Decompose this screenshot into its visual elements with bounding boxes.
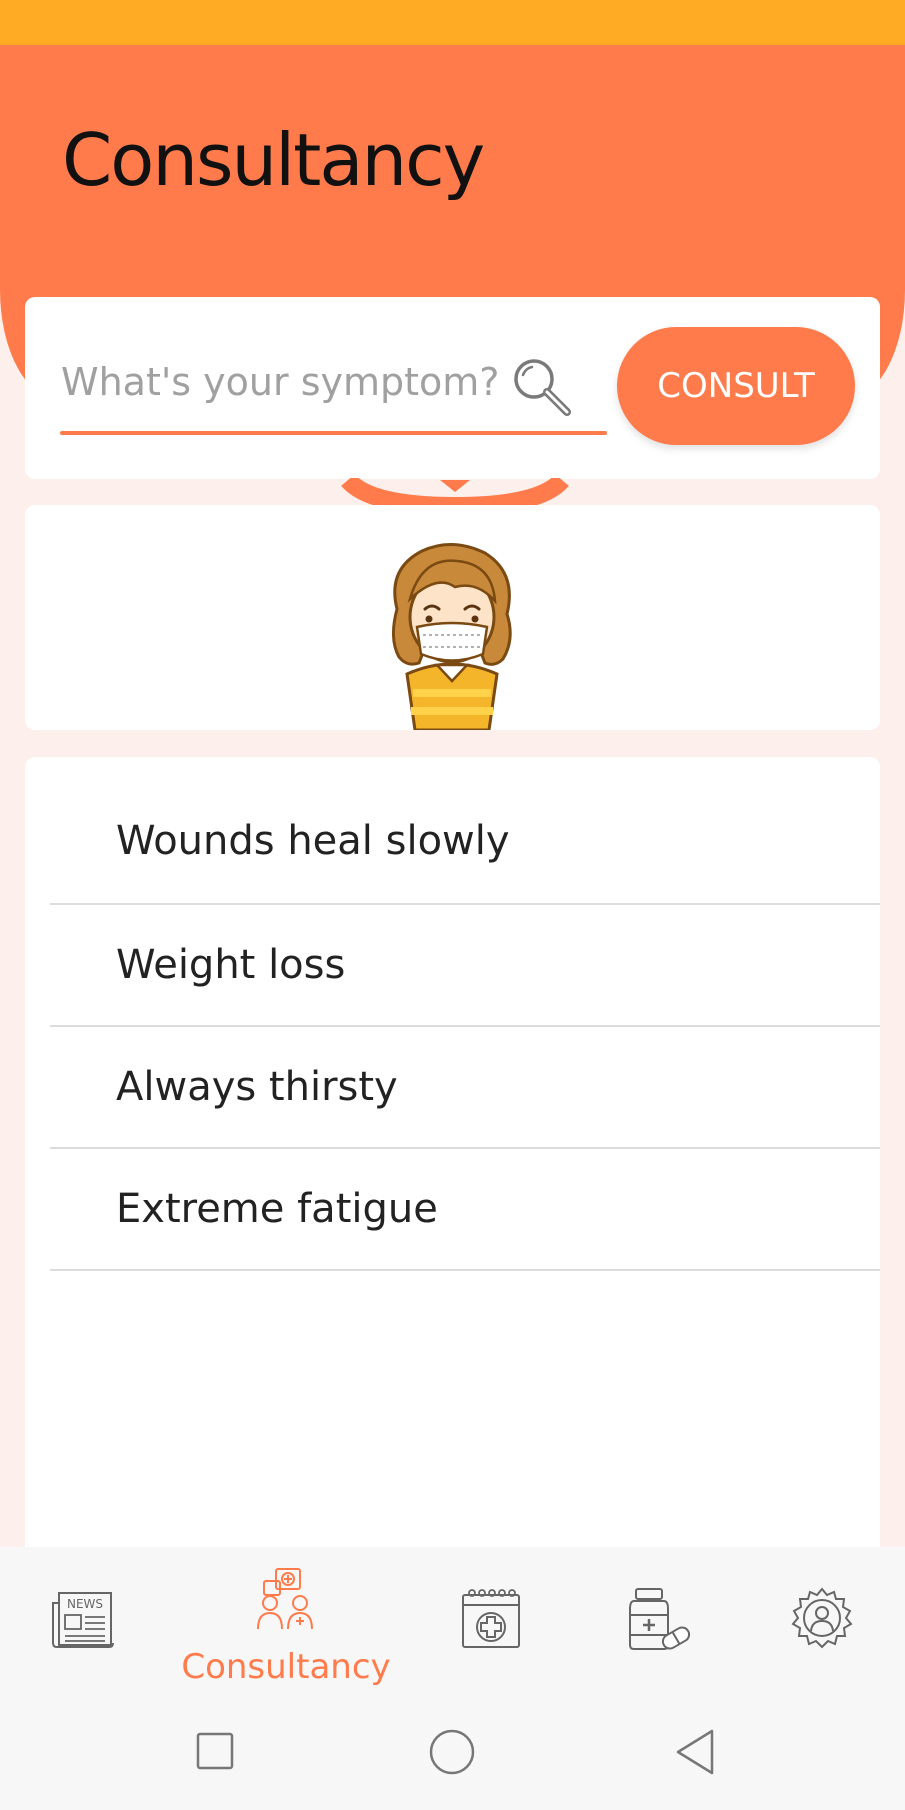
news-icon: NEWS: [52, 1592, 114, 1648]
symptom-item-wounds-heal-slowly[interactable]: Wounds heal slowly: [50, 757, 880, 905]
nav-label-consultancy: Consultancy: [181, 1647, 391, 1687]
circle-icon: [429, 1729, 475, 1775]
search-card: CONSULT: [25, 297, 880, 479]
settings-user-icon: [791, 1587, 853, 1649]
symptom-search-input[interactable]: [61, 357, 501, 407]
masked-girl-illustration: [392, 542, 512, 730]
search-underline: [60, 431, 607, 435]
system-navigation-bar: [0, 1692, 905, 1810]
nav-item-settings[interactable]: [790, 1587, 854, 1651]
news-icon-text: NEWS: [67, 1597, 103, 1611]
consult-button[interactable]: CONSULT: [617, 327, 855, 445]
nav-item-appointments[interactable]: [460, 1587, 524, 1653]
search-icon[interactable]: [510, 355, 572, 417]
symptom-item-weight-loss[interactable]: Weight loss: [50, 905, 880, 1027]
symptom-item-extreme-fatigue[interactable]: Extreme fatigue: [50, 1149, 880, 1271]
avatar-card: [25, 505, 880, 730]
back-button[interactable]: [674, 1728, 718, 1776]
decorative-arc: [341, 478, 569, 508]
home-button[interactable]: [428, 1728, 476, 1776]
symptom-list: Wounds heal slowly Weight loss Always th…: [50, 757, 880, 1271]
nav-item-consultancy[interactable]: Consultancy: [176, 1567, 396, 1689]
status-bar: [0, 0, 905, 45]
nav-item-medicine[interactable]: [626, 1587, 692, 1653]
medicine-icon: [629, 1588, 691, 1650]
medical-calendar-icon: [462, 1589, 520, 1648]
square-icon: [196, 1732, 234, 1770]
symptom-item-always-thirsty[interactable]: Always thirsty: [50, 1027, 880, 1149]
back-triangle-icon: [676, 1729, 714, 1775]
nav-item-news[interactable]: NEWS: [50, 1589, 116, 1651]
bottom-navigation: NEWS Consultancy: [0, 1547, 905, 1692]
doctors-icon: [257, 1568, 313, 1630]
symptom-list-card: Wounds heal slowly Weight loss Always th…: [25, 757, 880, 1547]
page-title: Consultancy: [62, 118, 485, 202]
recent-apps-button[interactable]: [196, 1732, 234, 1770]
